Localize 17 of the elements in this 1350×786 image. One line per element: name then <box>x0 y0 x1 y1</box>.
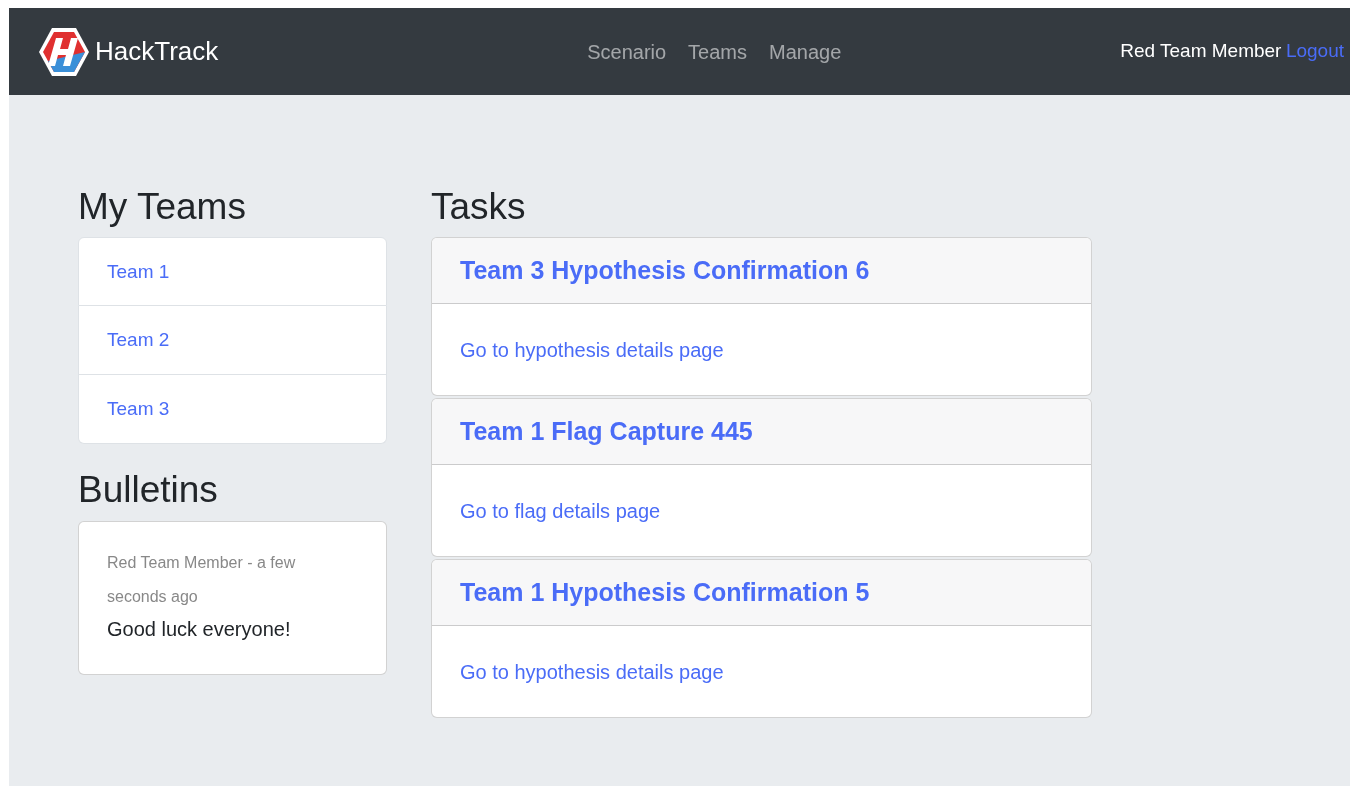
nav-link[interactable]: Scenario <box>587 36 667 67</box>
task-details-link[interactable]: Go to hypothesis details page <box>460 656 724 687</box>
team-link[interactable]: Team 1 <box>78 237 387 307</box>
user-name: Red Team Member <box>1120 39 1282 64</box>
section-heading: Bulletins <box>78 468 219 513</box>
task-details-link[interactable]: Go to hypothesis details page <box>460 334 724 365</box>
brand-link[interactable]: HackTrack <box>37 24 219 79</box>
section-heading: My Teams <box>78 185 247 229</box>
section-heading: Tasks <box>431 185 527 229</box>
bulletin-meta: Red Team Member - a few seconds ago <box>107 552 297 607</box>
bulletin-message: Good luck everyone! <box>107 616 292 642</box>
nav-link[interactable]: Manage <box>769 36 842 67</box>
team-link[interactable]: Team 2 <box>78 306 387 376</box>
team-link[interactable]: Team 3 <box>78 375 387 445</box>
nav-link[interactable]: Teams <box>688 36 747 67</box>
task-details-link[interactable]: Go to flag details page <box>460 495 661 526</box>
logout-link[interactable]: Logout <box>1285 37 1344 66</box>
